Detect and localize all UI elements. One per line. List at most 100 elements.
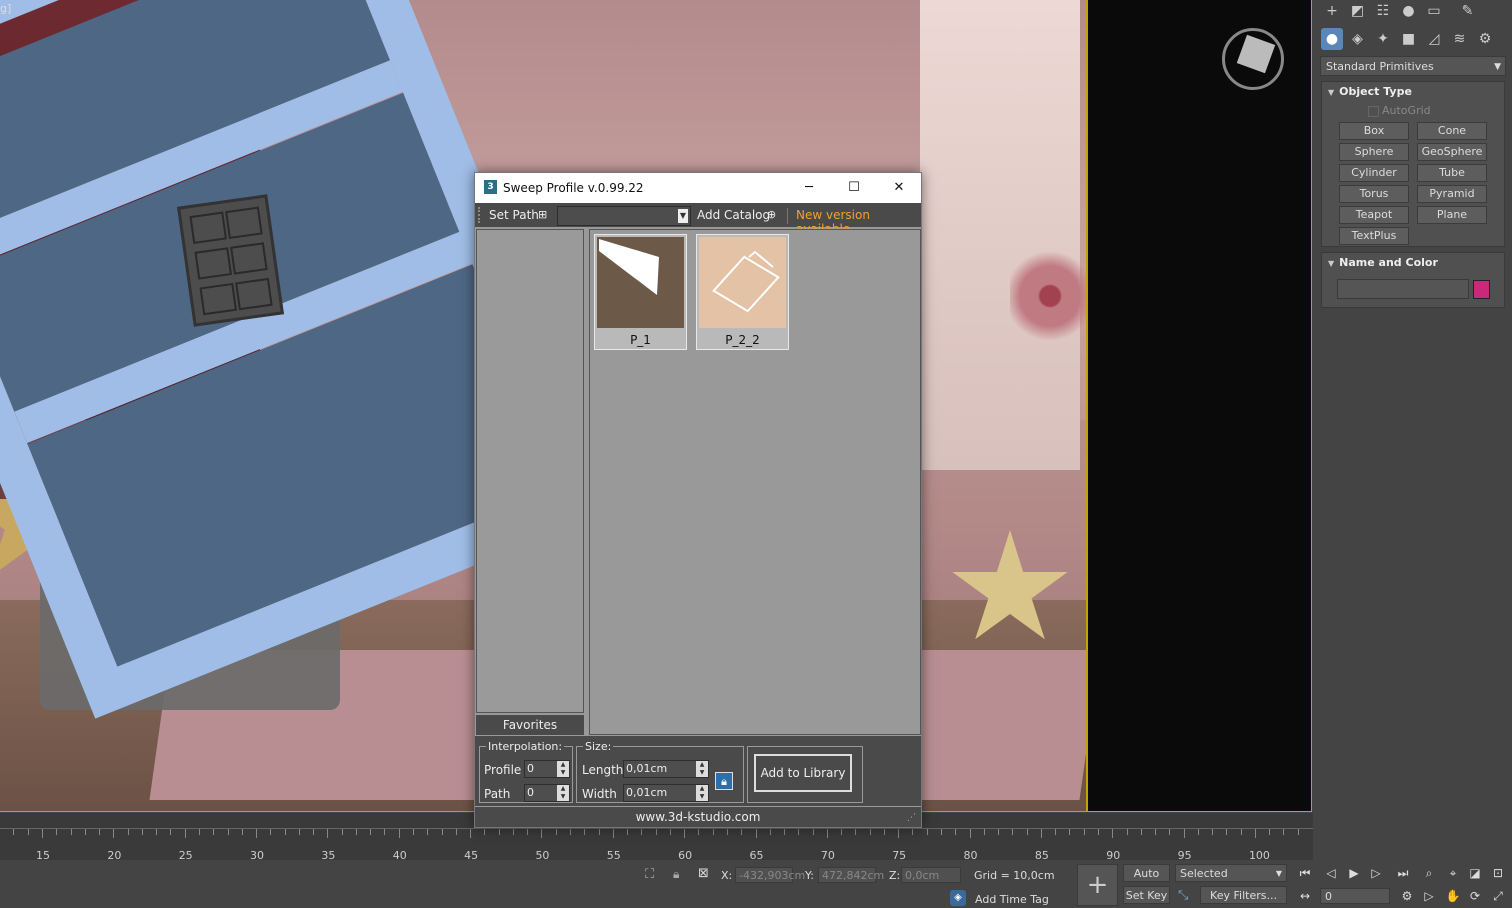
dialog-titlebar[interactable]: 3 Sweep Profile v.0.99.22 ─ ☐ ✕ [475,173,921,203]
object-type-header[interactable]: ▼ Object Type [1328,85,1412,98]
add-to-library-button[interactable]: Add to Library [754,754,852,792]
previous-frame-icon[interactable]: ◁ [1322,864,1340,882]
modify-tab-icon[interactable]: ◩ [1347,0,1369,22]
catalog-tree-pane[interactable] [476,229,584,713]
viewcube-icon[interactable] [1222,28,1284,90]
door-model[interactable] [177,194,284,327]
viewport-label[interactable]: g] [0,2,11,15]
create-tab-icon[interactable]: + [1321,0,1343,22]
pan-view-icon[interactable]: ✋ [1444,887,1462,905]
add-time-tag-button[interactable]: Add Time Tag [975,893,1049,906]
length-label: Length: [582,763,628,777]
spacewarps-icon[interactable]: ≋ [1449,28,1471,50]
key-mode-dropdown[interactable]: Selected ▼ [1175,864,1287,882]
zoom-all-icon[interactable]: ⌖ [1444,864,1462,882]
key-tangent-icon[interactable]: ⤡ [1178,888,1188,903]
next-frame-icon[interactable]: ▷ [1367,864,1385,882]
object-name-input[interactable] [1337,279,1469,299]
zoom-extents-all-icon[interactable]: ⊡ [1489,864,1507,882]
tree-icon[interactable]: ⊞ [538,208,547,221]
sphere-button[interactable]: Sphere [1339,143,1409,161]
minimize-icon[interactable]: ─ [800,179,818,197]
z-coordinate-field[interactable]: 0,0cm [901,867,961,883]
hierarchy-tab-icon[interactable]: ☷ [1372,0,1394,22]
lock-selection-icon[interactable]: 🔒︎ [673,867,679,882]
timeline-tick [156,829,158,835]
profile-thumbnail-p2-2[interactable]: P_2_2 [696,234,789,350]
resize-grip-icon[interactable]: ⋰ [907,813,916,823]
y-coordinate-field[interactable]: 472,842cm [818,867,884,883]
tube-button[interactable]: Tube [1417,164,1487,182]
geometry-icon[interactable]: ● [1321,28,1343,50]
profile-library-pane[interactable]: P_1 P_2_2 [589,229,921,735]
timeline-ruler[interactable]: 15 20 25 30 35 40 45 50 55 60 65 70 75 80 85 90 95 100 [0,828,1313,862]
profile-thumbnail-p1[interactable]: P_1 [594,234,687,350]
time-tag-icon[interactable]: ◈ [950,890,966,906]
helpers-icon[interactable]: ◿ [1423,28,1445,50]
field-of-view-icon[interactable]: ▷ [1420,887,1438,905]
plane-button[interactable]: Plane [1417,206,1487,224]
autogrid-checkbox[interactable]: AutoGrid [1368,104,1431,117]
timeline-tick [769,829,771,835]
path-steps-spinner[interactable]: 0 ▲ ▼ [524,784,570,802]
play-icon[interactable]: ▶ [1345,864,1363,882]
textplus-button[interactable]: TextPlus [1339,227,1409,245]
chevron-down-icon: ▼ [1275,869,1282,878]
teapot-button[interactable]: Teapot [1339,206,1409,224]
go-to-start-icon[interactable]: ⏮ [1296,864,1314,882]
time-configuration-icon[interactable]: ⚙ [1398,887,1416,905]
add-catalog-icon[interactable]: ⊕ [767,208,776,221]
absolute-mode-icon[interactable]: ⊠ [698,866,709,881]
spinner-arrows-icon[interactable]: ▲ ▼ [557,785,569,801]
motion-tab-icon[interactable]: ● [1398,0,1420,22]
set-key-button[interactable]: Set Key [1123,886,1170,904]
geosphere-button[interactable]: GeoSphere [1417,143,1487,161]
cameras-icon[interactable]: ■ [1398,28,1420,50]
timeline-tick [198,829,200,835]
profile-steps-spinner[interactable]: 0 ▲ ▼ [524,760,570,778]
x-coordinate-field[interactable]: -432,903cm [735,867,805,883]
orbit-icon[interactable]: ⟳ [1466,887,1484,905]
viewcube-cube[interactable] [1236,34,1276,74]
website-link[interactable]: www.3d-kstudio.com [475,807,921,827]
display-tab-icon[interactable]: ▭ [1423,0,1445,22]
close-icon[interactable]: ✕ [890,179,908,197]
lights-icon[interactable]: ✦ [1372,28,1394,50]
systems-icon[interactable]: ⚙ [1474,28,1496,50]
length-spinner[interactable]: 0,01cm ▲ ▼ [623,760,709,778]
set-key-large-icon[interactable]: + [1077,864,1118,906]
timeline-tick [1097,829,1099,835]
maximize-viewport-icon[interactable]: ⤢ [1489,887,1507,905]
width-spinner[interactable]: 0,01cm ▲ ▼ [623,784,709,802]
isolate-icon[interactable]: ⛶ [645,867,654,882]
auto-key-button[interactable]: Auto Key [1123,864,1170,898]
cylinder-button[interactable]: Cylinder [1339,164,1409,182]
key-mode-toggle-icon[interactable]: ↔ [1296,887,1314,905]
path-steps-label: Path [484,787,511,801]
set-path-button[interactable]: Set Path [489,208,539,222]
lock-aspect-icon[interactable]: 🔒︎ [715,772,733,790]
favorites-button[interactable]: Favorites [476,715,584,735]
utilities-tab-icon[interactable]: ✎ [1457,0,1479,22]
box-button[interactable]: Box [1339,122,1409,140]
zoom-icon[interactable]: ⌕ [1420,864,1438,882]
zoom-extents-icon[interactable]: ◪ [1466,864,1484,882]
pyramid-button[interactable]: Pyramid [1417,185,1487,203]
go-to-end-icon[interactable]: ⏭ [1394,864,1412,882]
key-filters-button[interactable]: Key Filters... [1200,886,1287,904]
add-catalog-button[interactable]: Add Catalog [697,208,770,222]
spinner-arrows-icon[interactable]: ▲ ▼ [696,761,708,777]
torus-button[interactable]: Torus [1339,185,1409,203]
name-and-color-header[interactable]: ▼ Name and Color [1328,256,1438,269]
path-dropdown[interactable]: ▼ [557,206,691,226]
spinner-arrows-icon[interactable]: ▲ ▼ [696,785,708,801]
timeline-tick [684,829,686,838]
spinner-arrows-icon[interactable]: ▲ ▼ [557,761,569,777]
current-frame-field[interactable]: 0 [1320,888,1390,904]
maximize-icon[interactable]: ☐ [845,179,863,197]
object-color-swatch[interactable] [1473,280,1490,299]
category-dropdown[interactable]: Standard Primitives ▼ [1320,56,1506,76]
timeline-tick [898,829,900,838]
cone-button[interactable]: Cone [1417,122,1487,140]
shapes-icon[interactable]: ◈ [1347,28,1369,50]
